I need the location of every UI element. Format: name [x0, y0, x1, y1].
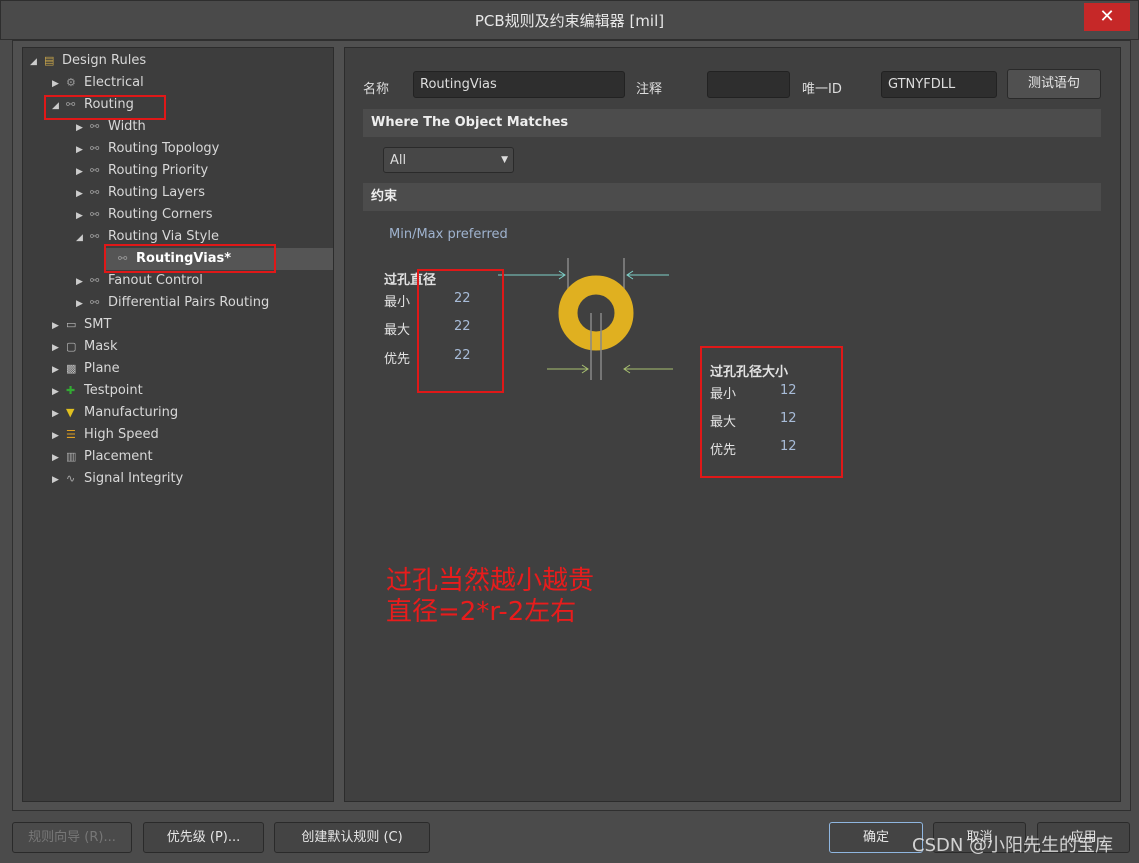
expand-icon[interactable]: ▶	[52, 315, 66, 337]
tree-item-routing-priority[interactable]: ▶ ⚯ Routing Priority	[76, 160, 208, 182]
annotation-text-line2: 直径=2*r-2左右	[386, 597, 577, 627]
expand-icon[interactable]: ▶	[76, 183, 90, 205]
tree-item-label: Placement	[84, 449, 153, 464]
tree-item-routing-layers[interactable]: ▶ ⚯ Routing Layers	[76, 182, 205, 204]
annotation-text-line1: 过孔当然越小越贵	[386, 566, 595, 596]
match-scope-dropdown[interactable]: All ▼	[383, 147, 514, 173]
routing-icon: ⚯	[90, 208, 100, 221]
unique-id-label: 唯一ID	[802, 82, 842, 97]
tree-item-label: Testpoint	[84, 383, 143, 398]
ok-button[interactable]: 确定	[829, 822, 923, 853]
tree-item-label: SMT	[84, 317, 112, 332]
routing-icon: ⚯	[90, 296, 100, 309]
tree-item-label: Plane	[84, 361, 120, 376]
create-default-rules-button[interactable]: 创建默认规则 (C)	[274, 822, 430, 853]
tree-item-label: Mask	[84, 339, 118, 354]
tree-item-routing-corners[interactable]: ▶ ⚯ Routing Corners	[76, 204, 212, 226]
close-icon[interactable]: ✕	[1084, 3, 1130, 31]
constraint-mode[interactable]: Min/Max preferred	[389, 227, 508, 242]
constraints-header: 约束	[363, 183, 1101, 211]
tree-item-plane[interactable]: ▶ ▩ Plane	[52, 358, 120, 380]
expand-icon[interactable]: ▶	[76, 271, 90, 293]
placement-icon: ▥	[66, 450, 77, 463]
expand-icon[interactable]: ▶	[52, 469, 66, 491]
window-title: PCB规则及约束编辑器 [mil]	[474, 12, 665, 30]
routing-icon: ⚯	[90, 164, 100, 177]
test-query-button[interactable]: 测试语句	[1007, 69, 1101, 99]
tree-item-label: Fanout Control	[108, 273, 203, 288]
annotation-box-routing	[44, 95, 166, 120]
tree-root-design-rules[interactable]: ◢ ▤ Design Rules	[30, 50, 146, 72]
annotation-box-hole	[700, 346, 843, 478]
tree-item-label: Routing Via Style	[108, 229, 219, 244]
tree-item-mask[interactable]: ▶ ▢ Mask	[52, 336, 117, 358]
collapse-icon[interactable]: ◢	[30, 51, 44, 73]
expand-icon[interactable]: ▶	[76, 293, 90, 315]
tree-item-placement[interactable]: ▶ ▥ Placement	[52, 446, 153, 468]
comment-input[interactable]	[707, 71, 790, 98]
expand-icon[interactable]: ▶	[76, 161, 90, 183]
collapse-icon[interactable]: ◢	[76, 227, 90, 249]
annotation-box-routingvias	[104, 244, 276, 273]
expand-icon[interactable]: ▶	[52, 425, 66, 447]
tree-item-smt[interactable]: ▶ ▭ SMT	[52, 314, 111, 336]
tree-item-fanout-control[interactable]: ▶ ⚯ Fanout Control	[76, 270, 203, 292]
expand-icon[interactable]: ▶	[52, 73, 66, 95]
tree-item-routing-topology[interactable]: ▶ ⚯ Routing Topology	[76, 138, 219, 160]
tree-item-label: Routing Priority	[108, 163, 209, 178]
expand-icon[interactable]: ▶	[76, 117, 90, 139]
tree-item-label: Routing Layers	[108, 185, 205, 200]
tree-item-high-speed[interactable]: ▶ ☰ High Speed	[52, 424, 159, 446]
priorities-button[interactable]: 优先级 (P)...	[143, 822, 264, 853]
routing-icon: ⚯	[90, 186, 100, 199]
manufacturing-icon: ▼	[66, 406, 75, 419]
routing-icon: ⚯	[90, 142, 100, 155]
testpoint-icon: ✚	[66, 384, 76, 397]
rule-wizard-button[interactable]: 规则向导 (R)...	[12, 822, 132, 853]
unique-id-input[interactable]: GTNYFDLL	[881, 71, 997, 98]
diameter-min-label: 最小	[384, 295, 411, 310]
expand-icon[interactable]: ▶	[76, 205, 90, 227]
routing-icon: ⚯	[90, 274, 100, 287]
signal-integrity-icon: ∿	[66, 472, 76, 485]
expand-icon[interactable]: ▶	[76, 139, 90, 161]
where-object-matches-header: Where The Object Matches	[363, 109, 1101, 137]
tree-item-signal-integrity[interactable]: ▶ ∿ Signal Integrity	[52, 468, 183, 490]
mask-icon: ▢	[66, 340, 77, 353]
tree-item-label: Manufacturing	[84, 405, 179, 420]
tree-item-label: Routing Topology	[108, 141, 220, 156]
annotation-box-diameter	[417, 269, 504, 393]
expand-icon[interactable]: ▶	[52, 337, 66, 359]
tree-item-label: Electrical	[84, 75, 144, 90]
tree-item-testpoint[interactable]: ▶ ✚ Testpoint	[52, 380, 143, 402]
name-label: 名称	[363, 82, 390, 97]
smt-icon: ▭	[66, 318, 77, 331]
plane-icon: ▩	[66, 362, 77, 375]
tree-item-label: Differential Pairs Routing	[108, 295, 270, 310]
electrical-icon: ⚙	[66, 76, 76, 89]
diameter-pref-label: 优先	[384, 352, 411, 367]
expand-icon[interactable]: ▶	[52, 381, 66, 403]
diameter-max-label: 最大	[384, 323, 411, 338]
tree-item-label: High Speed	[84, 427, 159, 442]
name-input[interactable]: RoutingVias	[413, 71, 625, 98]
high-speed-icon: ☰	[66, 428, 76, 441]
expand-icon[interactable]: ▶	[52, 359, 66, 381]
expand-icon[interactable]: ▶	[52, 403, 66, 425]
watermark: CSDN @小阳先生的宝库	[912, 835, 1114, 856]
chevron-down-icon: ▼	[501, 155, 508, 165]
tree-item-differential-pairs-routing[interactable]: ▶ ⚯ Differential Pairs Routing	[76, 292, 269, 314]
comment-label: 注释	[636, 82, 663, 97]
folder-icon: ▤	[44, 54, 55, 67]
tree-item-manufacturing[interactable]: ▶ ▼ Manufacturing	[52, 402, 178, 424]
match-scope-value: All	[390, 153, 407, 168]
tree-item-label: Signal Integrity	[84, 471, 184, 486]
dimension-arrows	[498, 270, 673, 374]
tree-item-label: Width	[108, 119, 146, 134]
expand-icon[interactable]: ▶	[52, 447, 66, 469]
tree-item-label: Routing Corners	[108, 207, 213, 222]
tree-item-electrical[interactable]: ▶ ⚙ Electrical	[52, 72, 144, 94]
